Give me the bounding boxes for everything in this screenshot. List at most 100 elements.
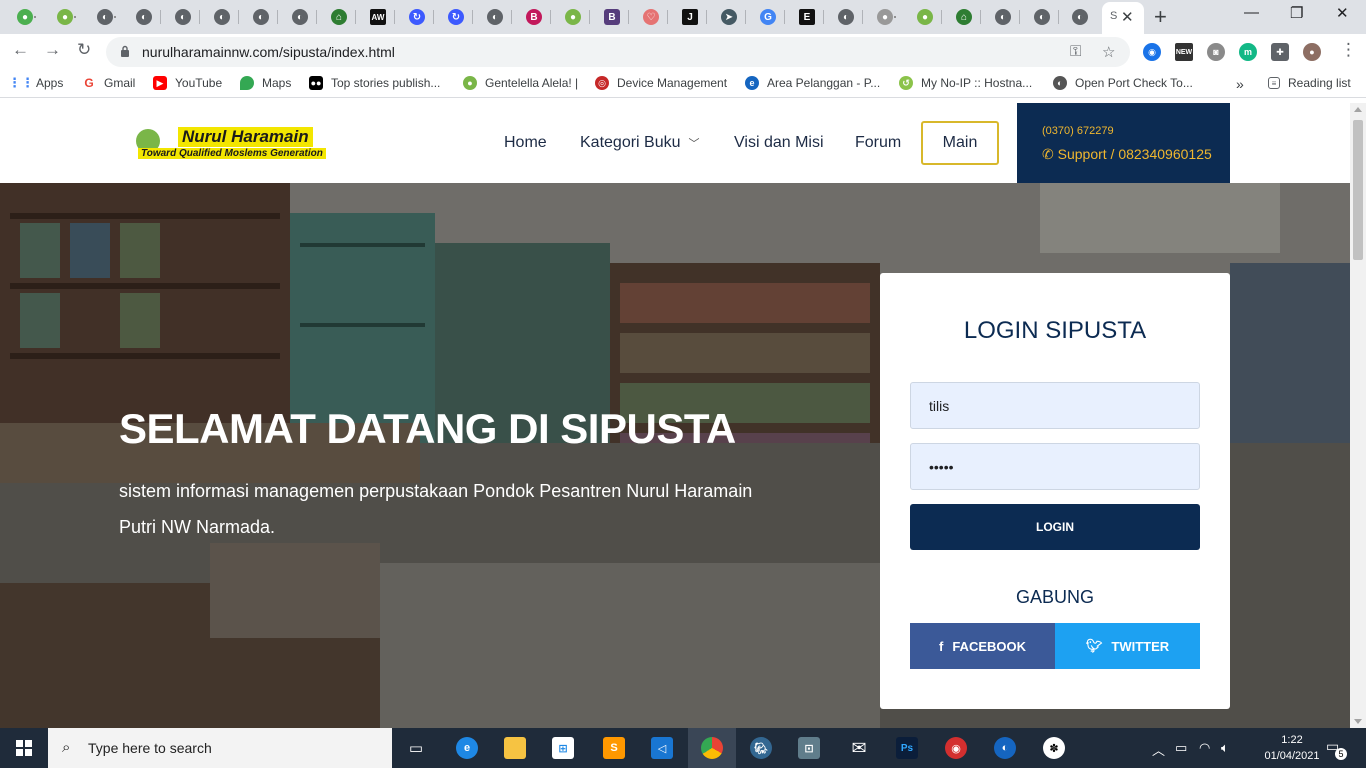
browser-tab[interactable]: B [595,4,629,30]
twitter-button[interactable]: 🐦︎ TWITTER [1055,623,1200,669]
menu-kebab-icon[interactable]: ⋮ [1340,40,1357,60]
scroll-down-arrow-icon[interactable] [1354,719,1362,724]
profile-avatar[interactable]: ● [1303,43,1321,61]
wifi-icon[interactable]: ◠ [1199,740,1210,756]
browser-tab[interactable]: B [517,4,551,30]
taskbar-vscode[interactable]: ◁ [638,728,686,768]
browser-tab[interactable]: ◐ [986,4,1020,30]
scroll-up-arrow-icon[interactable] [1354,107,1362,112]
browser-tab[interactable]: ♡ [634,4,668,30]
phone-icon: ✆ [1042,146,1054,162]
bookmark-gentelella[interactable]: ● Gentelella Alela! | [463,76,578,90]
bookmark-noip[interactable]: ↺ My No-IP :: Hostna... [899,76,1032,90]
browser-tab[interactable]: ◐ [283,4,317,30]
clock-date: 01/04/2021 [1264,750,1320,762]
browser-tab[interactable]: ◐ [829,4,863,30]
taskbar-network-app[interactable]: ⊡ [785,728,833,768]
browser-tab[interactable]: ◐ [166,4,200,30]
taskbar-photoshop[interactable]: Ps [883,728,931,768]
browser-tab[interactable]: E [790,4,824,30]
nav-home[interactable]: Home [504,134,547,152]
browser-tab[interactable]: ◐ [205,4,239,30]
taskbar-search-box[interactable]: ⌕ Type here to search [48,728,392,768]
username-input[interactable] [910,382,1200,429]
login-button[interactable]: LOGIN [910,504,1200,550]
taskbar-file-explorer[interactable] [491,728,539,768]
scroll-thumb[interactable] [1353,120,1363,260]
taskbar-edge[interactable]: e [443,728,491,768]
browser-tab[interactable]: ↻ [439,4,473,30]
bookmark-open-port[interactable]: ◐ Open Port Check To... [1053,76,1193,90]
taskbar-store[interactable]: ⊞ [539,728,587,768]
browser-tab[interactable]: ● [48,4,82,30]
taskbar-app-red[interactable]: ◉ [932,728,980,768]
facebook-button[interactable]: f FACEBOOK [910,623,1055,669]
news-extension-icon[interactable]: NEW [1175,43,1193,61]
forward-arrow-icon[interactable]: → [44,40,61,60]
close-window-icon[interactable]: ✕ [1336,4,1349,22]
page-scrollbar[interactable] [1350,103,1366,728]
new-tab-button[interactable]: + [1154,4,1167,30]
camera-extension-icon[interactable]: ◙ [1207,43,1225,61]
taskbar-postgres[interactable]: 🐘︎ [737,728,785,768]
taskbar-app-blue[interactable]: ◐ [981,728,1029,768]
apps-grid-icon: ⋮⋮ [8,75,34,90]
bookmark-apps[interactable]: ⋮⋮ Apps [8,75,63,90]
browser-tab[interactable]: ◐ [1063,4,1097,30]
volume-icon[interactable]: 🔈︎ [1221,740,1229,756]
browser-tab[interactable]: ◐ [88,4,122,30]
browser-tab[interactable]: ◐ [1025,4,1059,30]
browser-tab[interactable]: ● [868,4,902,30]
tray-chevron-up-icon[interactable]: ︿ [1152,740,1165,759]
browser-tab[interactable]: ◐ [127,4,161,30]
minimize-icon[interactable]: — [1244,4,1259,21]
browser-tab[interactable]: ➤ [712,4,746,30]
site-logo[interactable]: Nurul Haramain Toward Qualified Moslems … [136,125,326,165]
back-arrow-icon[interactable]: ← [12,40,29,60]
browser-tab[interactable]: ⌂ [322,4,356,30]
m-extension-icon[interactable]: m [1239,43,1257,61]
active-browser-tab[interactable]: S ✕ [1102,2,1144,34]
key-icon[interactable]: ⚿ [1070,43,1081,60]
nav-visi-misi[interactable]: Visi dan Misi [734,134,824,152]
main-button[interactable]: Main [921,121,999,165]
bookmark-top-stories[interactable]: ●● Top stories publish... [309,76,440,90]
battery-icon[interactable]: ▭ [1175,740,1187,756]
bookmark-area-pelanggan[interactable]: e Area Pelanggan - P... [745,76,880,90]
nav-kategori-buku[interactable]: Kategori Buku ﹀ [580,134,700,152]
address-bar[interactable]: nurulharamainnw.com/sipusta/index.html ⚿… [106,37,1130,67]
bookmark-star-icon[interactable]: ☆ [1102,43,1115,61]
nav-forum[interactable]: Forum [855,134,901,152]
bookmark-maps[interactable]: Maps [240,76,291,90]
browser-tab[interactable]: ● [908,4,942,30]
browser-tab[interactable]: AW [361,4,395,30]
url-text[interactable]: nurulharamainnw.com/sipusta/index.html [142,44,395,60]
reload-icon[interactable]: ↻ [77,40,91,60]
close-tab-icon[interactable]: ✕ [1121,8,1134,26]
browser-tab[interactable]: ⌂ [947,4,981,30]
maximize-icon[interactable]: ❐ [1290,4,1303,22]
start-button[interactable] [0,728,48,768]
bookmark-device-management[interactable]: ◎ Device Management [595,76,727,90]
browser-tab[interactable]: ◐ [478,4,512,30]
reading-list-button[interactable]: ≡ Reading list [1268,76,1351,90]
browser-tab[interactable]: ↻ [400,4,434,30]
browser-tab[interactable]: G [751,4,785,30]
taskbar-sublime[interactable]: S [590,728,638,768]
browser-tab[interactable]: ● [556,4,590,30]
browser-tab[interactable]: J [673,4,707,30]
browser-tab[interactable]: ● [8,4,42,30]
extension-icon[interactable]: ◉ [1143,43,1161,61]
puzzle-extensions-icon[interactable]: ✚ [1271,43,1289,61]
task-view-button[interactable]: ▭ [392,728,440,768]
taskbar-mail[interactable]: ✉ [835,728,883,768]
browser-tab[interactable]: ◐ [244,4,278,30]
bookmark-youtube[interactable]: ▶ YouTube [153,76,222,90]
taskbar-clock[interactable]: 1:22 01/04/2021 [1262,732,1322,764]
password-input[interactable] [910,443,1200,490]
taskbar-app-paw[interactable]: ✽ [1030,728,1078,768]
taskbar-chrome[interactable] [688,728,736,768]
mail-envelope-icon: ✉ [851,737,867,758]
bookmarks-overflow-button[interactable]: » [1236,76,1244,92]
bookmark-gmail[interactable]: G Gmail [82,76,135,90]
